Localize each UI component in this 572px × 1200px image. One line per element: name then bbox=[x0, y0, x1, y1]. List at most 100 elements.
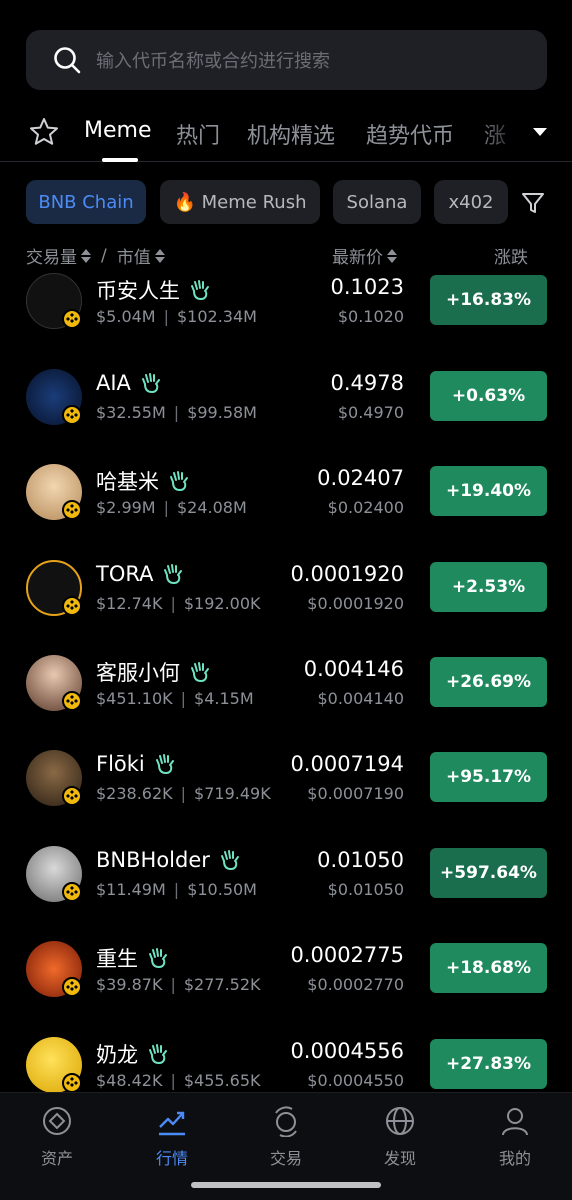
token-volume: $12.74K bbox=[96, 594, 163, 613]
token-name-text: 重生 bbox=[96, 947, 138, 971]
nav-assets[interactable]: 资产 bbox=[17, 1105, 97, 1169]
price-change-badge[interactable]: +597.64% bbox=[430, 848, 547, 898]
divider: | bbox=[173, 403, 180, 422]
sort-mcap[interactable]: 市值 bbox=[117, 243, 151, 268]
filter-icon[interactable] bbox=[520, 190, 546, 216]
token-row[interactable]: AIA $32.55M | $99.58M 0.4978 $0.4970 +0.63% bbox=[0, 369, 572, 464]
bnb-chain-badge-icon bbox=[62, 977, 82, 997]
bnb-chain-badge-icon bbox=[62, 1073, 82, 1093]
token-mcap: $99.58M bbox=[187, 403, 257, 422]
chip-solana[interactable]: Solana bbox=[333, 180, 421, 224]
token-row[interactable]: TORA $12.74K | $192.00K 0.0001920 $0.0001920 +… bbox=[0, 560, 572, 655]
token-name: TORA bbox=[96, 562, 185, 586]
tab-meme[interactable]: Meme bbox=[84, 118, 151, 143]
wave-hand-icon bbox=[155, 754, 174, 775]
token-volume: $5.04M bbox=[96, 307, 156, 326]
wave-hand-icon bbox=[149, 1044, 167, 1065]
token-price: 0.0004556 bbox=[290, 1039, 404, 1063]
trade-icon bbox=[275, 1106, 297, 1138]
token-volume: $48.42K bbox=[96, 1071, 163, 1090]
token-name: AIA bbox=[96, 371, 163, 395]
token-name-text: 客服小何 bbox=[96, 661, 180, 685]
chip-x402[interactable]: x402 bbox=[434, 180, 508, 224]
chevron-down-icon[interactable] bbox=[532, 126, 548, 138]
sort-change[interactable]: 涨跌 bbox=[494, 243, 528, 268]
price-change-badge[interactable]: +19.40% bbox=[430, 466, 547, 516]
token-name: 重生 bbox=[96, 943, 170, 973]
token-volume-mcap: $39.87K | $277.52K bbox=[96, 975, 261, 994]
column-header-price[interactable]: 最新价 bbox=[332, 243, 397, 268]
token-name-text: 币安人生 bbox=[96, 279, 180, 303]
price-change-badge[interactable]: +16.83% bbox=[430, 275, 547, 325]
token-volume-mcap: $11.49M | $10.50M bbox=[96, 880, 257, 899]
wave-hand-icon bbox=[191, 662, 209, 683]
search-bar[interactable]: 输入代币名称或合约进行搜索 bbox=[26, 30, 547, 90]
token-mcap: $192.00K bbox=[183, 594, 261, 613]
token-name: 币安人生 bbox=[96, 275, 212, 305]
divider: | bbox=[163, 498, 169, 517]
token-row[interactable]: 哈基米 $2.99M | $24.08M 0.02407 $0.02400 +19.40% bbox=[0, 464, 572, 559]
tab-institution-picks[interactable]: 机构精选 bbox=[247, 118, 335, 150]
price-change-badge[interactable]: +27.83% bbox=[430, 1039, 547, 1089]
token-row[interactable]: BNBHolder $11.49M | $10.50M 0.01050 $0.01050 +… bbox=[0, 846, 572, 941]
token-price-usd: $0.0002770 bbox=[307, 975, 404, 994]
token-price: 0.0007194 bbox=[290, 752, 404, 776]
chip-meme-rush[interactable]: 🔥 Meme Rush bbox=[160, 180, 320, 224]
price-change-badge[interactable]: +95.17% bbox=[430, 752, 547, 802]
token-volume-mcap: $32.55M | $99.58M bbox=[96, 403, 257, 422]
nav-markets[interactable]: 行情 bbox=[132, 1105, 212, 1169]
token-price-usd: $0.0007190 bbox=[307, 784, 404, 803]
token-volume: $11.49M bbox=[96, 880, 166, 899]
search-icon bbox=[54, 47, 81, 74]
nav-profile[interactable]: 我的 bbox=[475, 1105, 555, 1169]
nav-trade[interactable]: 交易 bbox=[246, 1105, 326, 1169]
divider: | bbox=[180, 689, 187, 708]
nav-discover[interactable]: 发现 bbox=[360, 1105, 440, 1169]
token-mcap: $455.65K bbox=[183, 1071, 261, 1090]
wave-hand-icon bbox=[170, 471, 188, 492]
tabs-fade bbox=[470, 108, 530, 158]
sort-price[interactable]: 最新价 bbox=[332, 243, 383, 268]
token-row[interactable]: 重生 $39.87K | $277.52K 0.0002775 $0.0002770 +18… bbox=[0, 941, 572, 1036]
markets-icon bbox=[159, 1111, 185, 1136]
token-volume-mcap: $238.62K | $719.49K bbox=[96, 784, 271, 803]
token-name-text: 哈基米 bbox=[96, 470, 159, 494]
tab-trending-tokens[interactable]: 趋势代币 bbox=[366, 118, 454, 150]
token-price: 0.0001920 bbox=[290, 562, 404, 586]
token-name-text: BNBHolder bbox=[96, 848, 210, 872]
price-change-badge[interactable]: +18.68% bbox=[430, 943, 547, 993]
chip-bnb-chain[interactable]: BNB Chain bbox=[26, 180, 146, 224]
sort-icon bbox=[81, 248, 91, 264]
token-name-text: AIA bbox=[96, 371, 131, 395]
token-row[interactable]: 币安人生 $5.04M | $102.34M 0.1023 $0.1020 +16.83% bbox=[0, 273, 572, 368]
token-name-text: 奶龙 bbox=[96, 1043, 138, 1067]
token-price: 0.0002775 bbox=[290, 943, 404, 967]
price-change-badge[interactable]: +26.69% bbox=[430, 657, 547, 707]
token-price: 0.4978 bbox=[330, 371, 404, 395]
token-mcap: $102.34M bbox=[177, 307, 257, 326]
divider: | bbox=[170, 975, 176, 994]
favorite-star-icon[interactable] bbox=[28, 116, 60, 148]
token-price-usd: $0.4970 bbox=[337, 403, 404, 422]
bnb-chain-badge-icon bbox=[62, 309, 82, 329]
nav-discover-label: 发现 bbox=[383, 1149, 416, 1168]
assets-icon bbox=[43, 1107, 71, 1135]
token-mcap: $24.08M bbox=[177, 498, 247, 517]
tab-hot[interactable]: 热门 bbox=[176, 118, 220, 150]
sort-volume[interactable]: 交易量 bbox=[26, 243, 77, 268]
column-header-change[interactable]: 涨跌 bbox=[494, 243, 528, 268]
divider: | bbox=[170, 594, 176, 613]
token-row[interactable]: 客服小何 $451.10K | $4.15M 0.004146 $0.004140 +26.… bbox=[0, 655, 572, 750]
wave-hand-icon bbox=[149, 948, 167, 969]
wave-hand-icon bbox=[141, 373, 160, 394]
nav-profile-label: 我的 bbox=[498, 1149, 531, 1168]
wave-hand-icon bbox=[220, 850, 239, 871]
token-volume: $39.87K bbox=[96, 975, 163, 994]
bnb-chain-badge-icon bbox=[62, 500, 82, 520]
token-row[interactable]: Flōki $238.62K | $719.49K 0.0007194 $0.000719… bbox=[0, 750, 572, 845]
token-volume: $32.55M bbox=[96, 403, 166, 422]
price-change-badge[interactable]: +0.63% bbox=[430, 371, 547, 421]
search-input[interactable]: 输入代币名称或合约进行搜索 bbox=[96, 47, 330, 73]
price-change-badge[interactable]: +2.53% bbox=[430, 562, 547, 612]
bnb-chain-badge-icon bbox=[62, 405, 82, 425]
